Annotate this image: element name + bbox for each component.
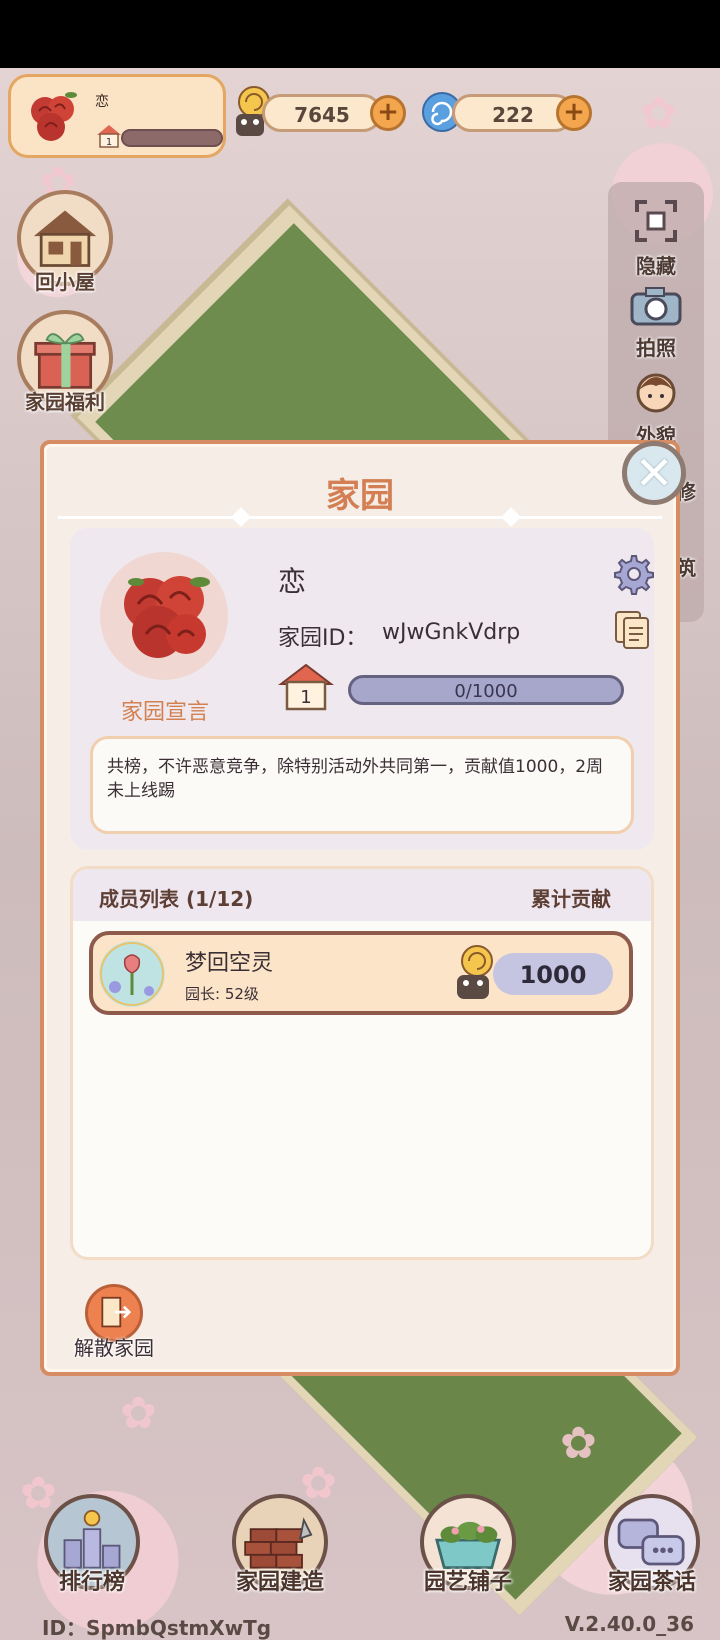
garden-shop-label: 园艺铺子 <box>423 1570 512 1595</box>
hide-label: 隐藏 <box>636 254 676 278</box>
member-contribution: 1000 <box>493 953 613 995</box>
rose-icon <box>31 92 77 141</box>
manifesto-link[interactable]: 家园宣言 <box>90 694 240 726</box>
home-level-number: 1 <box>300 687 311 708</box>
home-tea-button[interactable]: 家园茶话 <box>592 1494 712 1596</box>
gear-icon[interactable] <box>610 552 654 596</box>
member-row[interactable]: 梦回空灵 园长: 52级 1000 <box>89 931 633 1015</box>
hide-button[interactable]: 隐藏 <box>608 196 704 279</box>
add-coins-button[interactable]: + <box>370 95 406 131</box>
blossom-decoration: ✿ <box>120 1388 157 1439</box>
garden-shop-button[interactable]: 园艺铺子 <box>408 1494 528 1596</box>
photo-button[interactable]: 拍照 <box>608 284 704 361</box>
home-level-progress-text: 0/1000 <box>454 681 518 702</box>
close-button[interactable]: ✕ <box>622 441 686 505</box>
version-label: V.2.40.0_36 <box>564 1612 694 1636</box>
back-home-button[interactable]: 回小屋 <box>10 190 120 295</box>
members-card: 成员列表 (1/12) 累计贡献 梦回空灵 园长: 52级 1000 <box>70 866 654 1260</box>
status-bar <box>0 0 720 68</box>
blossom-decoration: ✿ <box>560 1418 597 1469</box>
appearance-button[interactable]: 外貌 <box>608 366 704 449</box>
home-info-card: 家园宣言 恋 家园ID： wJwGnkVdrp 1 0/1000 共榜，不许恶意… <box>70 528 654 850</box>
home-chip-name: 恋 <box>95 94 109 110</box>
home-welfare-button[interactable]: 家园福利 <box>10 310 120 415</box>
disband-home-button[interactable]: 解散家园 <box>66 1284 162 1361</box>
home-chip-progress <box>121 129 223 147</box>
member-role: 园长: 52级 <box>185 985 259 1003</box>
tulip-avatar-icon <box>100 942 164 1006</box>
disband-home-label: 解散家园 <box>74 1336 154 1360</box>
ranking-button[interactable]: 排行榜 <box>32 1494 152 1596</box>
home-tea-label: 家园茶话 <box>607 1570 696 1595</box>
home-name: 恋 <box>278 565 307 598</box>
camera-icon <box>630 287 682 326</box>
members-title: 成员列表 (1/12) <box>99 887 254 911</box>
home-build-label: 家园建造 <box>235 1570 324 1595</box>
close-icon: ✕ <box>634 446 674 500</box>
member-contribution-value: 1000 <box>519 961 587 989</box>
face-icon <box>636 373 676 413</box>
home-id-label: 家园ID： <box>278 626 368 651</box>
home-dialog: 家园 家园宣言 恋 家园ID： wJwGnkVdrp 1 0/1000 共榜，不… <box>40 440 680 1376</box>
house-level-icon: 1 <box>278 663 334 711</box>
member-name: 梦回空灵 <box>185 951 274 976</box>
home-id-value: wJwGnkVdrp <box>382 620 521 645</box>
members-header: 成员列表 (1/12) 累计贡献 <box>73 869 651 921</box>
snail-coin-icon <box>457 945 493 999</box>
rose-icon <box>124 576 210 658</box>
hide-icon <box>635 200 677 242</box>
home-level-progress: 0/1000 <box>348 675 624 705</box>
home-avatar[interactable] <box>100 552 228 680</box>
home-welfare-label: 家园福利 <box>25 390 105 414</box>
home-chip[interactable]: 恋 1 <box>8 74 226 158</box>
gem-amount: 222 <box>492 103 534 127</box>
photo-label: 拍照 <box>636 336 676 360</box>
coin-amount: 7645 <box>294 103 350 127</box>
home-build-button[interactable]: 家园建造 <box>220 1494 340 1596</box>
blossom-decoration: ✿ <box>640 88 677 139</box>
copy-icon[interactable] <box>614 610 650 650</box>
player-id: ID：SpmbQstmXwTg <box>42 1616 272 1640</box>
add-gems-button[interactable]: + <box>556 95 592 131</box>
svg-text:1: 1 <box>106 137 112 148</box>
dialog-divider <box>58 507 662 527</box>
member-avatar <box>99 941 165 1007</box>
coin-counter: 7645 <box>262 94 382 132</box>
dialog-title: 家园 <box>326 476 394 516</box>
house-level-icon: 1 <box>97 125 121 148</box>
contribution-header: 累计贡献 <box>531 887 611 911</box>
manifesto-text: 共榜，不许恶意竞争，除特别活动外共同第一，贡献值1000，2周未上线踢 <box>90 736 634 834</box>
